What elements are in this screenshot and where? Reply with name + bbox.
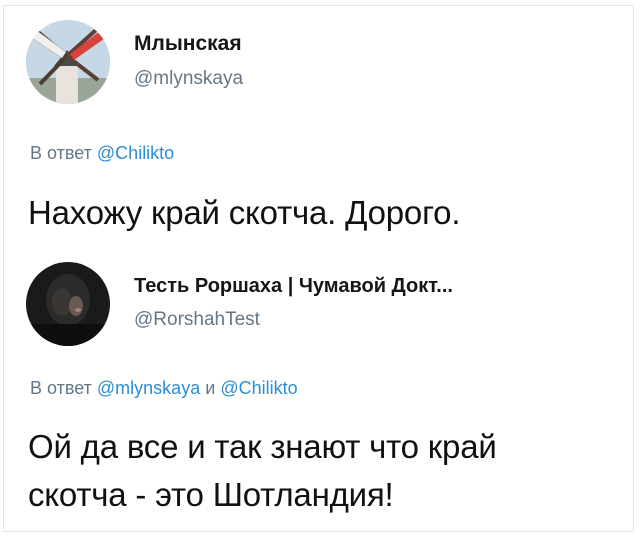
reply-context: В ответ @Chilikto <box>30 143 174 164</box>
author-handle[interactable]: @mlynskaya <box>134 68 243 90</box>
dark-portrait-avatar-icon <box>26 262 110 346</box>
windmill-avatar-icon <box>26 20 110 104</box>
tweet-text: Нахожу край скотча. Дорого. <box>28 194 461 231</box>
mention-link[interactable]: @Chilikto <box>220 378 297 398</box>
reply-joiner: и <box>205 378 216 398</box>
avatar-mlynskaya[interactable] <box>26 20 110 104</box>
author-name[interactable]: Млынская <box>134 32 242 56</box>
reply-prefix: В ответ <box>30 143 92 163</box>
avatar-rorshahtest[interactable] <box>26 262 110 346</box>
author-name[interactable]: Тесть Роршаха | Чумавой Докт... <box>134 275 453 298</box>
mention-link[interactable]: @mlynskaya <box>97 378 200 398</box>
mention-link[interactable]: @Chilikto <box>97 143 174 163</box>
author-handle[interactable]: @RorshahTest <box>134 309 260 331</box>
reply-context: В ответ @mlynskaya и @Chilikto <box>30 378 298 399</box>
tweet-text-line-2: скотча - это Шотландия! <box>28 476 394 513</box>
tweet-text-line-1: Ой да все и так знают что край <box>28 428 497 465</box>
reply-prefix: В ответ <box>30 378 92 398</box>
